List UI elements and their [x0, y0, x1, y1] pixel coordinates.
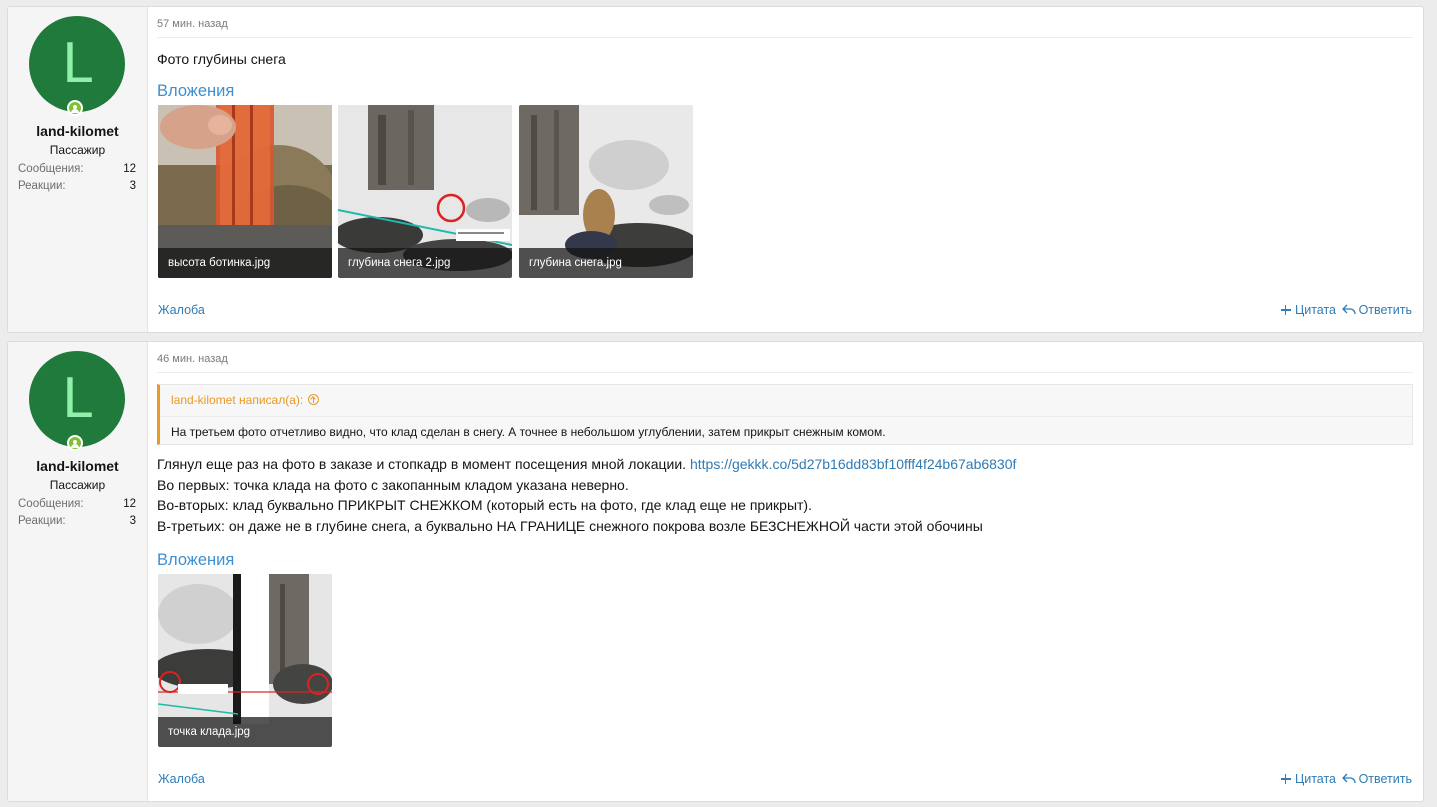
- message-line: Глянул еще раз на фото в заказе и стопка…: [157, 454, 1016, 475]
- stat-label: Сообщения:: [18, 163, 84, 175]
- post: L land-kilomet Пассажир Сообщения: 12 Ре…: [7, 6, 1424, 333]
- attachment-filename: глубина снега.jpg: [529, 257, 622, 269]
- stat-value: 12: [123, 498, 136, 510]
- quote-author-link[interactable]: land-kilomet написал(а):: [171, 393, 320, 407]
- quote-button[interactable]: Цитата: [1280, 772, 1336, 786]
- post-main: 46 мин. назад land-kilomet написал(а): Н…: [157, 342, 1423, 801]
- avatar[interactable]: L: [29, 351, 125, 447]
- plus-icon: [1280, 305, 1291, 315]
- user-stat-reactions: Реакции: 3: [18, 515, 136, 527]
- arrow-up-circle-icon[interactable]: [308, 394, 320, 405]
- username-link[interactable]: land-kilomet: [8, 123, 147, 139]
- avatar[interactable]: L: [29, 16, 125, 112]
- message-line: Во-вторых: клад буквально ПРИКРЫТ СНЕЖКО…: [157, 497, 812, 513]
- attachment-filename: точка клада.jpg: [168, 726, 251, 738]
- message-line: Во первых: точка клада на фото с закопан…: [157, 476, 629, 493]
- quote-text: На третьем фото отчетливо видно, что кла…: [171, 425, 886, 439]
- plus-icon: [1280, 774, 1291, 784]
- attachment-thumbnail[interactable]: глубина снега 2.jpg: [338, 105, 512, 278]
- quote-author: land-kilomet написал(а):: [171, 393, 304, 407]
- divider: [160, 416, 1412, 417]
- reply-label: Ответить: [1358, 303, 1412, 317]
- post-date-link[interactable]: 57 мин. назад: [157, 18, 228, 30]
- attachment-caption: глубина снега.jpg: [519, 248, 693, 278]
- username-link[interactable]: land-kilomet: [8, 458, 147, 474]
- quote-block: land-kilomet написал(а): На третьем фото…: [157, 384, 1413, 445]
- user-cell: L land-kilomet Пассажир Сообщения: 12 Ре…: [8, 7, 148, 332]
- report-link[interactable]: Жалоба: [158, 303, 205, 317]
- message-link[interactable]: https://gekkk.co/5d27b16dd83bf10fff4f24b…: [690, 456, 1016, 472]
- message-line: В-третьих: он даже не в глубине снега, а…: [157, 517, 983, 534]
- stat-value: 3: [129, 180, 136, 192]
- stat-label: Реакции:: [18, 180, 66, 192]
- user-online-icon: [67, 100, 83, 116]
- quote-label: Цитата: [1294, 303, 1336, 317]
- user-stat-reactions: Реакции: 3: [18, 180, 136, 192]
- attachment-caption: точка клада.jpg: [158, 717, 332, 747]
- attachment-filename: глубина снега 2.jpg: [348, 257, 451, 269]
- user-title: Пассажир: [49, 478, 106, 492]
- attachments-heading: Вложения: [157, 82, 235, 100]
- message-line-text: Глянул еще раз на фото в заказе и стопка…: [157, 456, 690, 472]
- stat-value: 12: [123, 163, 136, 175]
- reply-arrow-icon: [1341, 773, 1356, 784]
- attachment-thumbnail[interactable]: точка клада.jpg: [158, 574, 332, 747]
- reply-button[interactable]: Ответить: [1341, 772, 1412, 786]
- report-link[interactable]: Жалоба: [158, 772, 205, 786]
- user-cell: L land-kilomet Пассажир Сообщения: 12 Ре…: [8, 342, 148, 801]
- attachment-thumbnail[interactable]: высота ботинка.jpg: [158, 105, 332, 278]
- attachment-caption: высота ботинка.jpg: [158, 248, 332, 278]
- attachments-heading: Вложения: [157, 551, 235, 569]
- post-date-link[interactable]: 46 мин. назад: [157, 353, 228, 365]
- reply-button[interactable]: Ответить: [1341, 303, 1412, 317]
- attachment-caption: глубина снега 2.jpg: [338, 248, 512, 278]
- stat-label: Реакции:: [18, 515, 66, 527]
- message-text: Глянул еще раз на фото в заказе и стопка…: [157, 454, 1016, 536]
- divider: [157, 372, 1413, 373]
- reply-arrow-icon: [1341, 304, 1356, 315]
- post: L land-kilomet Пассажир Сообщения: 12 Ре…: [7, 341, 1424, 802]
- user-stat-messages: Сообщения: 12: [18, 163, 136, 175]
- reply-label: Ответить: [1358, 772, 1412, 786]
- divider: [157, 37, 1413, 38]
- quote-label: Цитата: [1294, 772, 1336, 786]
- attachment-thumbnail[interactable]: глубина снега.jpg: [519, 105, 693, 278]
- stat-value: 3: [129, 515, 136, 527]
- attachment-filename: высота ботинка.jpg: [168, 257, 271, 269]
- stat-label: Сообщения:: [18, 498, 84, 510]
- user-stat-messages: Сообщения: 12: [18, 498, 136, 510]
- message-text: Фото глубины снега: [157, 51, 286, 67]
- post-main: 57 мин. назад Фото глубины снега Вложени…: [157, 7, 1423, 332]
- quote-button[interactable]: Цитата: [1280, 303, 1336, 317]
- user-title: Пассажир: [49, 143, 106, 157]
- user-online-icon: [67, 435, 83, 451]
